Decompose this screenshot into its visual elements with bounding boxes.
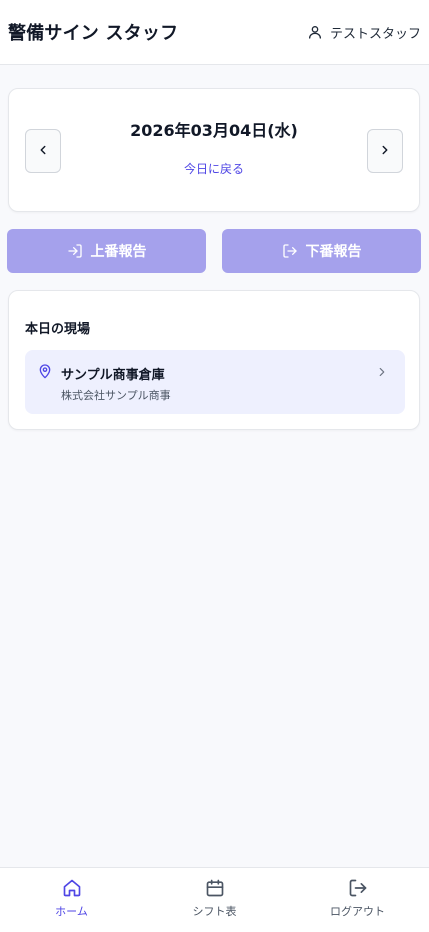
start-report-button[interactable]: 上番報告 bbox=[7, 229, 206, 273]
chevron-right-icon bbox=[375, 364, 389, 383]
chevron-left-icon bbox=[36, 142, 50, 161]
current-date: 2026年03月04日(水) bbox=[130, 121, 298, 140]
user-name: テストスタッフ bbox=[329, 26, 421, 42]
chevron-right-icon bbox=[378, 142, 392, 161]
log-out-icon bbox=[282, 243, 298, 259]
nav-tab-shift[interactable]: シフト表 bbox=[143, 868, 286, 932]
calendar-icon bbox=[205, 878, 225, 898]
user-icon bbox=[307, 24, 323, 40]
nav-tab-logout-label: ログアウト bbox=[330, 905, 385, 918]
end-report-button[interactable]: 下番報告 bbox=[222, 229, 421, 273]
nav-tab-shift-label: シフト表 bbox=[192, 905, 237, 918]
bottom-navigation: ホーム シフト表 ログアウト bbox=[0, 867, 429, 932]
site-list-item[interactable]: サンプル商事倉庫 株式会社サンプル商事 bbox=[25, 350, 405, 414]
end-report-label: 下番報告 bbox=[305, 244, 362, 260]
today-sites-card: 本日の現場 サンプル商事倉庫 株式会社サンプル商事 bbox=[8, 290, 420, 430]
user-menu[interactable]: テストスタッフ bbox=[307, 23, 421, 42]
site-name: サンプル商事倉庫 bbox=[61, 368, 165, 383]
start-report-label: 上番報告 bbox=[90, 244, 147, 260]
date-navigator: 2026年03月04日(水) 今日に戻る bbox=[8, 88, 420, 212]
app-root: 警備サイン スタッフ テストスタッフ 2026年03月04日(水) 今日に戻る bbox=[0, 0, 429, 932]
home-icon bbox=[62, 878, 82, 898]
log-in-icon bbox=[67, 243, 83, 259]
nav-tab-home[interactable]: ホーム bbox=[0, 868, 143, 932]
back-to-today-link[interactable]: 今日に戻る bbox=[9, 160, 419, 177]
today-sites-title: 本日の現場 bbox=[25, 322, 91, 337]
next-day-button[interactable] bbox=[367, 129, 403, 173]
nav-tab-logout[interactable]: ログアウト bbox=[286, 868, 429, 932]
app-title: 警備サイン スタッフ bbox=[8, 23, 179, 44]
nav-tab-home-label: ホーム bbox=[55, 905, 88, 918]
site-company: 株式会社サンプル商事 bbox=[61, 389, 171, 402]
map-pin-icon bbox=[37, 363, 53, 383]
top-header: 警備サイン スタッフ テストスタッフ bbox=[0, 0, 429, 65]
log-out-icon bbox=[348, 878, 368, 898]
